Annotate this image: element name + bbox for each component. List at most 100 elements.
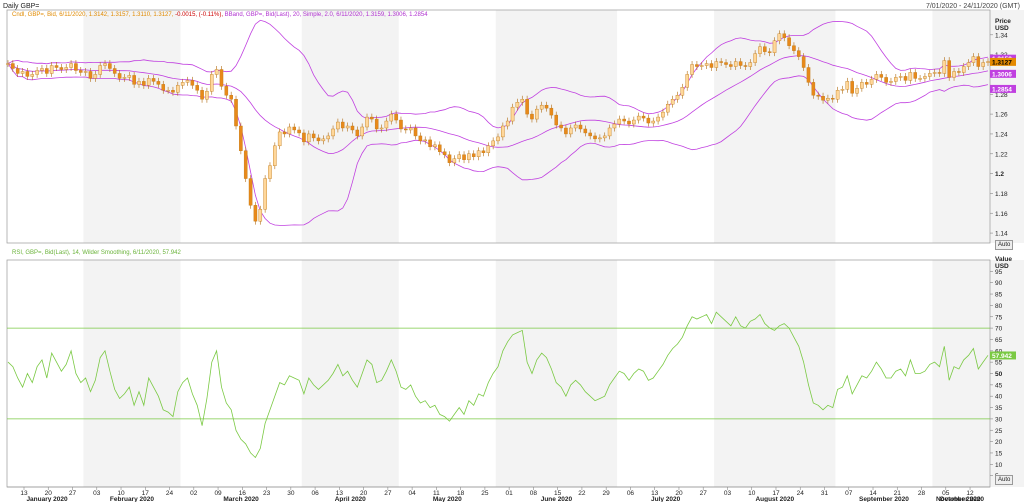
rsi-tick-label: 65 — [995, 337, 1003, 344]
rsi-axis-title: Value USD — [995, 256, 1012, 270]
last-close-tag — [990, 57, 1016, 66]
candle-body — [108, 63, 112, 69]
candle-body — [593, 135, 597, 140]
price-tick-label: 1.18 — [995, 191, 1008, 198]
candle-body — [180, 82, 185, 86]
candle-body — [641, 115, 646, 119]
month-label: February 2020 — [110, 496, 154, 502]
candle-body — [219, 69, 224, 87]
candle-body — [336, 121, 340, 130]
candle-body — [942, 60, 947, 74]
bband-middle-line — [7, 55, 989, 154]
candle-body — [520, 99, 525, 103]
candle-body — [282, 131, 287, 135]
candle-body — [928, 73, 932, 77]
x-tick-label: 31 — [821, 490, 829, 497]
candle-body — [229, 95, 233, 100]
candle-body — [661, 111, 665, 118]
candle-body — [156, 81, 161, 85]
candle-body — [176, 85, 180, 93]
candle-body — [884, 77, 888, 83]
candle-body — [59, 67, 64, 70]
candle-body — [636, 115, 641, 121]
candle-body — [714, 61, 719, 68]
candle-body — [583, 128, 588, 134]
candle-body — [30, 74, 35, 77]
candle-body — [93, 74, 98, 79]
candle-body — [515, 102, 520, 108]
x-tick-label: 02 — [190, 490, 198, 497]
candle-body — [190, 80, 195, 86]
candle-body — [554, 114, 558, 126]
month-label: August 2020 — [755, 496, 794, 502]
x-tick-label: 13 — [336, 490, 344, 497]
candle-body — [69, 63, 73, 68]
month-band-rsi — [714, 260, 836, 487]
candle-body — [656, 116, 660, 122]
candle-body — [433, 144, 437, 148]
price-tick-label: 1.3 — [995, 72, 1004, 79]
candle-body — [743, 65, 748, 67]
price-tick-label: 1.32 — [995, 52, 1008, 59]
month-label: September 2020 — [859, 496, 909, 502]
candle-body — [350, 125, 355, 131]
candle-body — [748, 62, 753, 67]
price-auto-button[interactable]: Auto — [995, 240, 1014, 250]
candle-body — [326, 135, 330, 140]
price-tick-label: 1.2 — [995, 171, 1004, 178]
price-tick-label: 1.14 — [995, 231, 1008, 238]
candle-body — [447, 154, 452, 163]
candle-body — [860, 82, 864, 89]
x-tick-label: 08 — [530, 490, 538, 497]
candle-body — [467, 153, 471, 160]
candle-body — [830, 98, 835, 100]
candle-body — [384, 120, 389, 129]
candle-body — [297, 129, 301, 134]
x-tick-label: 12 — [966, 490, 974, 497]
x-tick-label: 28 — [918, 490, 926, 497]
price-axis-title: Price USD — [995, 18, 1011, 32]
candle-body — [171, 90, 175, 93]
x-tick-label: 13 — [20, 490, 28, 497]
x-tick-label: 22 — [578, 490, 586, 497]
candle-body — [365, 116, 369, 128]
candle-body — [806, 67, 811, 83]
month-label: November 2020 — [936, 496, 984, 502]
candle-body — [971, 56, 976, 63]
candle-body — [127, 75, 132, 78]
candle-body — [598, 137, 602, 140]
candle-body — [302, 132, 306, 143]
x-tick-label: 01 — [506, 490, 514, 497]
candle-body — [331, 128, 335, 137]
candle-body — [268, 165, 272, 179]
month-band-rsi — [495, 260, 618, 487]
candle-body — [248, 178, 253, 206]
candle-body — [855, 88, 859, 94]
chart-title: Daily GBP= — [3, 3, 40, 10]
candle-body — [413, 127, 418, 137]
rsi-auto-button[interactable]: Auto — [995, 475, 1014, 485]
candle-body — [835, 90, 840, 100]
candle-body — [704, 63, 709, 66]
candle-body — [898, 76, 903, 78]
candle-body — [88, 71, 93, 79]
month-label: May 2020 — [433, 496, 462, 502]
rsi-tick-label: 80 — [995, 303, 1003, 310]
x-tick-label: 10 — [748, 490, 756, 497]
price-legend: Cndl, GBP=, Bid, 6/11/2020, 1.3142, 1.31… — [12, 12, 428, 18]
candle-body — [6, 63, 10, 65]
candle-body — [699, 65, 704, 67]
last-lower-value: 1.2854 — [992, 86, 1012, 93]
x-tick-label: 10 — [117, 490, 125, 497]
candle-body — [112, 68, 117, 74]
rsi-legend: RSI, GBP=, Bid(Last), 14, Wilder Smoothi… — [12, 250, 181, 256]
candle-body — [117, 73, 122, 79]
x-tick-label: 20 — [675, 490, 683, 497]
candle-body — [923, 76, 927, 79]
candle-body — [525, 99, 529, 115]
candle-body — [142, 81, 146, 86]
price-tick-label: 1.24 — [995, 131, 1008, 138]
price-tick-label: 1.26 — [995, 112, 1008, 119]
candle-body — [457, 154, 461, 159]
candle-body — [957, 71, 961, 73]
